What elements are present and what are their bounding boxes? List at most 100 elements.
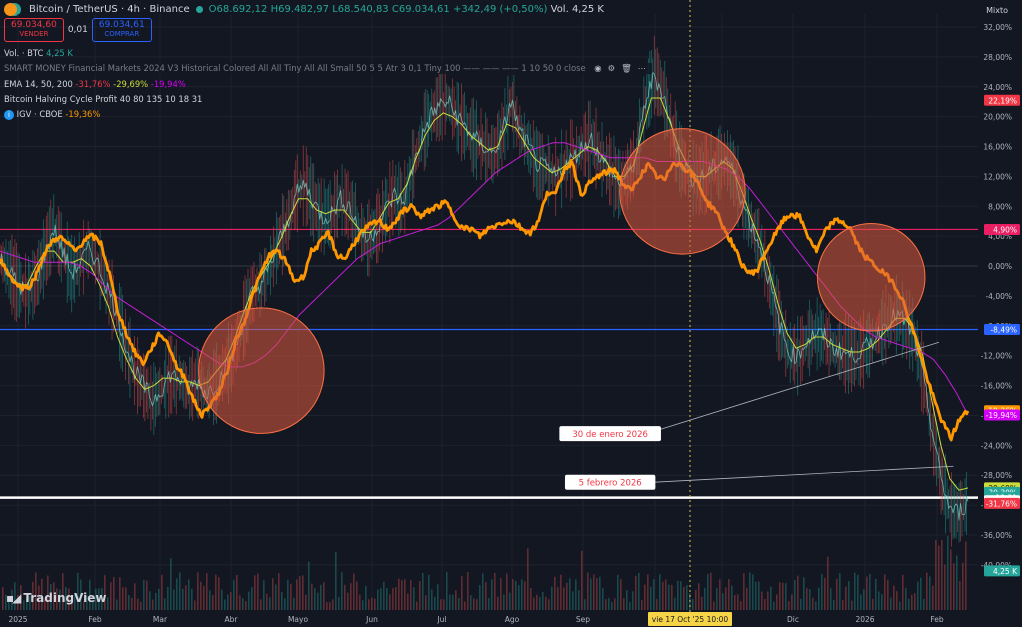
- low-value: L68.540,83: [332, 4, 389, 15]
- volume-bar: [647, 574, 649, 610]
- volume-bar: [929, 576, 931, 610]
- volume-bar: [497, 596, 499, 610]
- volume-bar: [362, 600, 364, 610]
- volume-bar: [542, 591, 544, 610]
- volume-bar: [308, 561, 310, 610]
- volume-bar: [920, 577, 922, 610]
- volume-bar: [116, 599, 118, 610]
- volume-bar: [158, 588, 160, 610]
- volume-bar: [299, 576, 301, 610]
- volume-bar: [419, 580, 421, 610]
- volume-bar: [167, 587, 169, 610]
- indicator-ema[interactable]: EMA 14, 50, 200 -31,76% -29,69% -19,94%: [4, 79, 186, 89]
- x-tick-label: Mayo: [288, 615, 309, 624]
- buy-button[interactable]: 69.034,61 COMPRAR: [91, 18, 152, 42]
- volume-bar: [239, 595, 241, 610]
- volume-bar: [194, 600, 196, 610]
- volume-bar: [851, 600, 853, 610]
- volume-bar: [554, 576, 556, 610]
- volume-bar: [485, 582, 487, 610]
- volume-bar: [275, 584, 277, 610]
- volume-bar: [797, 575, 799, 610]
- volume-bar: [914, 593, 916, 610]
- volume-bar: [377, 589, 379, 610]
- more-icon[interactable]: ⋯: [638, 63, 652, 73]
- volume-bar: [848, 581, 850, 610]
- volume-bar: [431, 589, 433, 610]
- volume-bar: [581, 550, 583, 610]
- volume-bar: [467, 572, 469, 610]
- volume-bar: [803, 577, 805, 610]
- bitcoin-icon: [4, 3, 21, 16]
- volume-bar: [146, 580, 148, 610]
- volume-bar: [944, 564, 946, 610]
- info-icon[interactable]: i: [4, 109, 14, 120]
- volume-bar: [575, 579, 577, 610]
- ema-mid-value: -29,69%: [113, 79, 149, 89]
- volume-bar: [143, 579, 145, 610]
- volume-bar: [887, 579, 889, 610]
- y-tick-label: 16,00%: [983, 143, 1012, 152]
- volume-bar: [479, 585, 481, 610]
- symbol-title[interactable]: Bitcoin / TetherUS · 4h · Binance: [29, 4, 190, 15]
- volume-bar: [131, 597, 133, 610]
- indicator-smart-money[interactable]: SMART MONEY Financial Markets 2024 V3 Hi…: [4, 63, 653, 74]
- volume-bar: [842, 599, 844, 610]
- volume-bar: [557, 586, 559, 610]
- volume-bar: [404, 579, 406, 610]
- volume-bar: [446, 571, 448, 610]
- volume-bar: [626, 590, 628, 610]
- volume-bar: [785, 583, 787, 610]
- vol-readout: Vol. 4,25 K: [550, 4, 604, 15]
- igv-value: -19,36%: [65, 109, 101, 119]
- volume-bar: [155, 592, 157, 610]
- scale-mode-button[interactable]: Mixto: [986, 6, 1008, 15]
- volume-bar: [629, 601, 631, 610]
- volume-bar: [671, 584, 673, 610]
- volume-bar: [248, 591, 250, 610]
- sell-price: 69.034,60: [11, 20, 57, 30]
- volume-bar: [521, 579, 523, 610]
- settings-icon[interactable]: ⚙: [608, 63, 622, 73]
- volume-bar: [251, 587, 253, 610]
- indicator-halving[interactable]: Bitcoin Halving Cycle Profit 40 80 135 1…: [4, 94, 202, 104]
- volume-bar: [794, 579, 796, 610]
- volume-bar: [827, 556, 829, 610]
- indicator-volume[interactable]: Vol. · BTC 4,25 K: [4, 48, 73, 58]
- eye-icon[interactable]: ◉: [594, 63, 607, 73]
- indicator-igv[interactable]: i IGV · CBOE -19,36%: [4, 109, 100, 120]
- cursor-date-label: vie 17 Oct '25 10:00: [652, 615, 729, 624]
- volume-bar: [317, 592, 319, 610]
- volume-bar: [749, 572, 751, 610]
- volume-bar: [905, 588, 907, 610]
- ohlc-readout: O68.692,12 H69.482,97 L68.540,83 C69.034…: [209, 4, 604, 15]
- volume-bar: [791, 594, 793, 610]
- volume-bar: [659, 574, 661, 610]
- volume-bar: [737, 594, 739, 610]
- volume-bar: [473, 598, 475, 610]
- x-tick-label: 2026: [855, 615, 874, 624]
- volume-bar: [935, 539, 937, 610]
- volume-bar: [107, 597, 109, 610]
- volume-bar: [491, 579, 493, 610]
- volume-bar: [455, 590, 457, 610]
- volume-bar: [176, 578, 178, 610]
- volume-bar: [482, 573, 484, 610]
- volume-bar: [551, 586, 553, 610]
- volume-bar: [524, 581, 526, 610]
- volume-bar: [722, 593, 724, 610]
- halving-label: Bitcoin Halving Cycle Profit 40 80 135 1…: [4, 94, 203, 104]
- volume-bar: [599, 576, 601, 610]
- volume-bar: [437, 584, 439, 610]
- symbol-header: Bitcoin / TetherUS · 4h · Binance O68.69…: [4, 3, 604, 16]
- volume-bar: [656, 599, 658, 610]
- volume-bar: [263, 580, 265, 610]
- delete-icon[interactable]: 🗑: [621, 63, 638, 73]
- volume-bar: [836, 578, 838, 610]
- volume-bar: [410, 580, 412, 610]
- volume-bar: [965, 541, 967, 610]
- volume-bar: [329, 601, 331, 610]
- price-label: -19,94%: [986, 411, 1017, 420]
- sell-button[interactable]: 69.034,60 VENDER: [4, 18, 64, 42]
- volume-bar: [701, 596, 703, 610]
